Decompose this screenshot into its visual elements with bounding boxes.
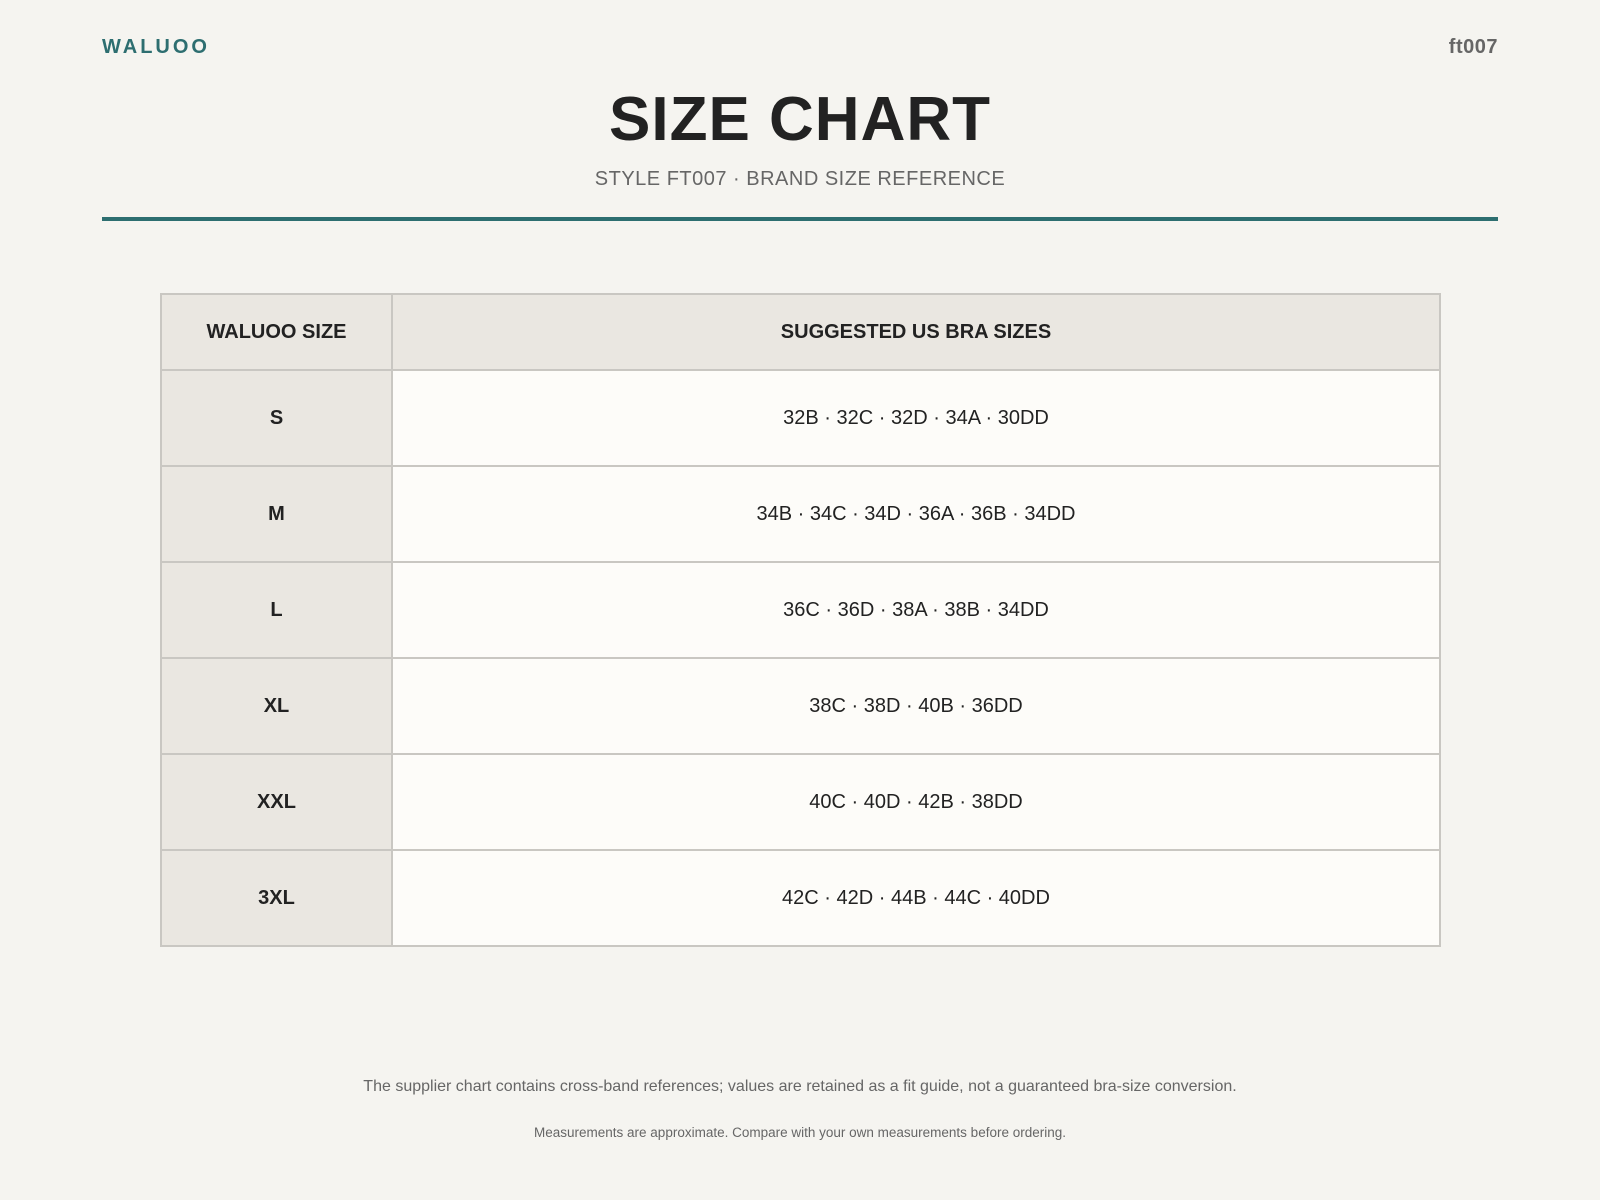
page-subtitle: STYLE FT007 · BRAND SIZE REFERENCE (594, 168, 1006, 190)
table-row: M 34B · 34C · 34D · 36A · 36B · 34DD (160, 465, 1441, 563)
table-row: XXL 40C · 40D · 42B · 38DD (160, 753, 1441, 851)
brand-logo: WALUOO (102, 36, 210, 58)
size-cell: 3XL (160, 849, 393, 947)
page-title: SIZE CHART (609, 85, 991, 154)
bra-sizes-cell: 36C · 36D · 38A · 38B · 34DD (391, 561, 1441, 659)
bra-sizes-cell: 34B · 34C · 34D · 36A · 36B · 34DD (391, 465, 1441, 563)
style-code: ft007 (1448, 36, 1498, 58)
table-row: XL 38C · 38D · 40B · 36DD (160, 657, 1441, 755)
table-header-row: WALUOO SIZE SUGGESTED US BRA SIZES (160, 293, 1441, 371)
table-row: L 36C · 36D · 38A · 38B · 34DD (160, 561, 1441, 659)
size-cell: XXL (160, 753, 393, 851)
header-divider (102, 217, 1498, 221)
bra-sizes-cell: 40C · 40D · 42B · 38DD (391, 753, 1441, 851)
size-cell: S (160, 369, 393, 467)
size-chart-table: WALUOO SIZE SUGGESTED US BRA SIZES S 32B… (160, 293, 1441, 947)
size-cell: XL (160, 657, 393, 755)
table-row: S 32B · 32C · 32D · 34A · 30DD (160, 369, 1441, 467)
size-cell: M (160, 465, 393, 563)
column-header-waluoo-size: WALUOO SIZE (160, 293, 393, 371)
column-header-us-bra-sizes: SUGGESTED US BRA SIZES (391, 293, 1441, 371)
table-row: 3XL 42C · 42D · 44B · 44C · 40DD (160, 849, 1441, 947)
supplier-footnote: The supplier chart contains cross-band r… (363, 1078, 1237, 1095)
bra-sizes-cell: 32B · 32C · 32D · 34A · 30DD (391, 369, 1441, 467)
size-cell: L (160, 561, 393, 659)
measurement-disclaimer: Measurements are approximate. Compare wi… (534, 1125, 1066, 1140)
bra-sizes-cell: 38C · 38D · 40B · 36DD (391, 657, 1441, 755)
bra-sizes-cell: 42C · 42D · 44B · 44C · 40DD (391, 849, 1441, 947)
